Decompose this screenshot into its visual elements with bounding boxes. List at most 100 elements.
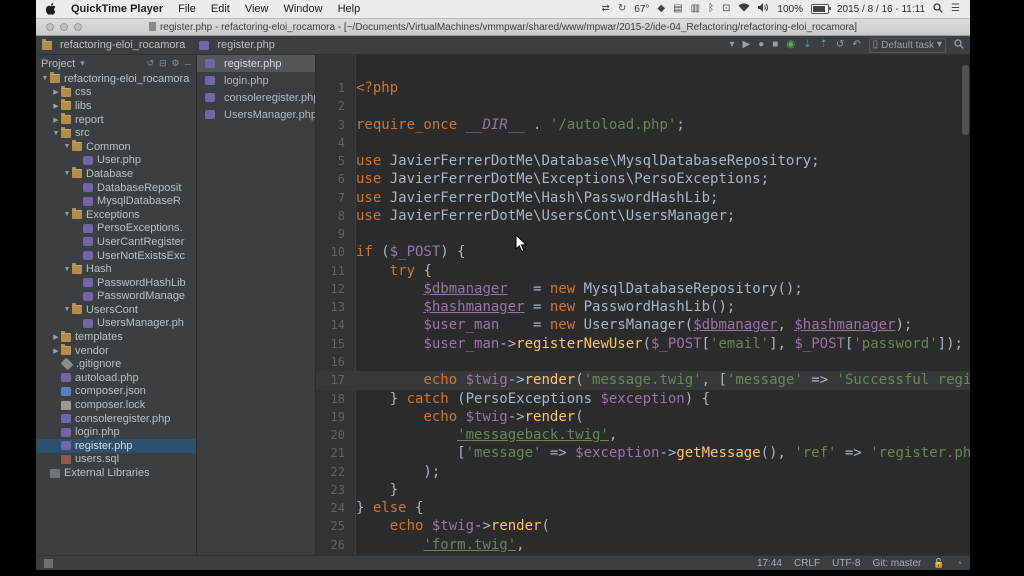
vcs-branch[interactable]: Git: master [872,558,921,569]
tree-item[interactable]: composer.lock [36,398,196,412]
tree-item[interactable]: PasswordHashLib [36,276,196,290]
menubar-clock[interactable]: 2015 / 8 / 16 - 11:11 [837,4,925,15]
line-number[interactable]: 10 [316,243,356,261]
tree-item[interactable]: User.php [36,154,196,168]
code-line[interactable]: 22 ); [316,463,970,481]
line-number[interactable]: 5 [316,152,356,170]
menu-help[interactable]: Help [338,3,361,15]
line-number[interactable]: 25 [316,517,356,535]
tree-item[interactable]: ▶libs [36,99,196,113]
coverage-button[interactable]: ◉ [786,40,795,50]
menu-edit[interactable]: Edit [211,3,230,15]
code-line[interactable]: 6use JavierFerrerDotMe\Exceptions\PersoE… [316,170,970,188]
volume-icon[interactable] [758,3,769,15]
collapse-all-icon[interactable]: ⊟ [159,58,167,69]
display-icon[interactable]: ▥ [691,4,700,14]
code-line[interactable]: 11 try { [316,262,970,280]
tree-item[interactable]: ▼Database [36,167,196,181]
code-line[interactable]: 17 echo $twig->render('message.twig', ['… [316,371,970,389]
breadcrumb-file[interactable]: register.php [199,39,274,51]
spaces-icon[interactable]: ▤ [673,4,682,14]
line-number[interactable]: 26 [316,536,356,554]
line-number[interactable]: 19 [316,408,356,426]
code-line[interactable]: 19 echo $twig->render( [316,408,970,426]
sync-status-icon[interactable]: ⇄ [602,4,610,14]
tree-item[interactable]: ▶vendor [36,344,196,358]
line-number[interactable]: 15 [316,335,356,353]
search-everywhere-icon[interactable] [954,39,964,52]
line-number[interactable]: 4 [316,134,356,152]
wifi-icon[interactable] [738,3,750,15]
tree-item[interactable]: MysqlDatabaseR [36,194,196,208]
tree-item[interactable]: PersoExceptions. [36,222,196,236]
close-window-button[interactable] [46,23,54,31]
lock-icon[interactable]: 🔓 [933,558,944,569]
tree-item[interactable]: ▼UsersCont [36,303,196,317]
expanded-arrow-icon[interactable]: ▼ [62,211,72,218]
editor-tab[interactable]: register.php [197,55,315,72]
editor-tab[interactable]: UsersManager.php [197,106,315,123]
stop-button[interactable]: ■ [772,40,778,50]
collapsed-arrow-icon[interactable]: ▶ [51,333,61,341]
tree-item[interactable]: DatabaseReposit [36,181,196,195]
hide-panel-icon[interactable]: ─ [185,59,191,69]
code-line[interactable]: 18 } catch (PersoExceptions $exception) … [316,390,970,408]
code-line[interactable]: 3require_once __DIR__ . '/autoload.php'; [316,116,970,134]
expanded-arrow-icon[interactable]: ▼ [51,130,61,137]
code-line[interactable]: 15 $user_man->registerNewUser($_POST['em… [316,335,970,353]
code-line[interactable]: 13 $hashmanager = new PasswordHashLib(); [316,298,970,316]
tree-item[interactable]: autoload.php [36,371,196,385]
tree-item[interactable]: .gitignore [36,357,196,371]
code-line[interactable]: 23 } [316,481,970,499]
code-line[interactable]: 10if ($_POST) { [316,243,970,261]
line-number[interactable]: 14 [316,316,356,334]
project-view-dropdown[interactable]: ▾ [80,58,85,69]
code-line[interactable]: 4 [316,134,970,152]
tree-item[interactable]: login.php [36,425,196,439]
spotlight-icon[interactable] [933,3,943,16]
editor-tab[interactable]: consoleregister.php [197,89,315,106]
collapsed-arrow-icon[interactable]: ▶ [51,347,61,355]
line-number[interactable]: 18 [316,390,356,408]
dropbox-icon[interactable]: ◆ [657,4,665,14]
line-number[interactable]: 23 [316,481,356,499]
debug-button[interactable]: ● [758,40,764,50]
code-editor[interactable]: 1<?php23require_once __DIR__ . '/autoloa… [316,55,970,555]
tree-item[interactable]: ▼src [36,126,196,140]
tree-item[interactable]: users.sql [36,453,196,467]
tree-item[interactable]: UserNotExistsExc [36,249,196,263]
code-line[interactable]: 14 $user_man = new UsersManager($dbmanag… [316,316,970,334]
line-number[interactable]: 3 [316,116,356,134]
toolwindow-toggle-icon[interactable] [44,559,53,568]
undo-button[interactable]: ↶ [852,40,860,50]
bluetooth-icon[interactable]: ᛒ [708,4,714,14]
line-number[interactable]: 11 [316,262,356,280]
default-task-selector[interactable]: ▯ Default task ▾ [869,38,946,53]
line-number[interactable]: 24 [316,499,356,517]
code-line[interactable]: 8use JavierFerrerDotMe\UsersCont\UsersMa… [316,207,970,225]
apple-menu-icon[interactable] [46,3,57,15]
line-number[interactable]: 1 [316,79,356,97]
tree-item[interactable]: ▼Exceptions [36,208,196,222]
inspections-hector-icon[interactable]: ◔ [957,558,962,568]
line-number[interactable]: 12 [316,280,356,298]
code-line[interactable]: 1<?php [316,79,970,97]
code-line[interactable]: 9 [316,225,970,243]
tree-item[interactable]: composer.json [36,385,196,399]
code-line[interactable]: 2 [316,97,970,115]
tree-item[interactable]: ▼Common [36,140,196,154]
tree-item[interactable]: ▶css [36,86,196,100]
airplay-icon[interactable]: ⊡ [722,4,730,14]
line-number[interactable]: 22 [316,463,356,481]
code-line[interactable]: 24} else { [316,499,970,517]
collapsed-arrow-icon[interactable]: ▶ [51,102,61,110]
file-encoding[interactable]: UTF-8 [832,558,860,569]
line-number[interactable]: 2 [316,97,356,115]
expanded-arrow-icon[interactable]: ▼ [62,306,72,313]
run-button[interactable]: ▶ [743,40,751,50]
settings-gear-icon[interactable]: ⚙ [172,58,180,69]
line-number[interactable]: 8 [316,207,356,225]
battery-percent[interactable]: 100% [777,4,803,15]
menu-window[interactable]: Window [283,3,322,15]
collapsed-arrow-icon[interactable]: ▶ [51,88,61,96]
